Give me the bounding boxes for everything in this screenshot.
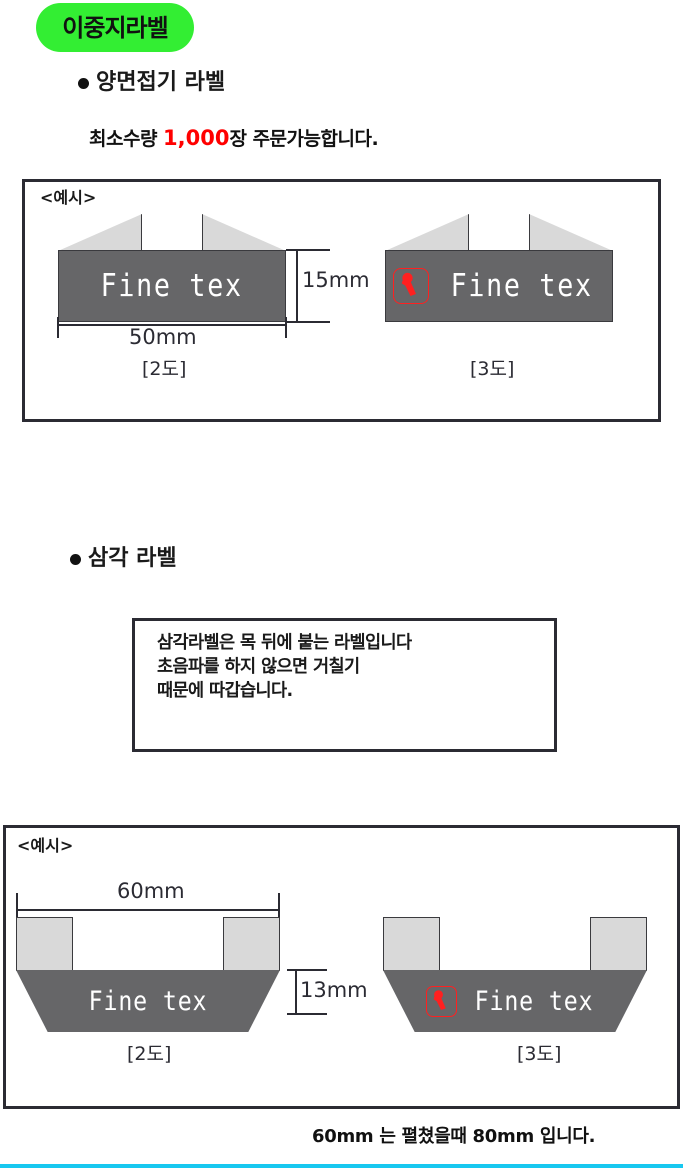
caption-double-3do: [3도] — [470, 358, 515, 380]
label-content: Fine tex — [383, 970, 647, 1032]
bullet-dot-icon — [78, 77, 89, 89]
dim-line-15mm — [296, 249, 298, 322]
dim-label-60mm: 60mm — [117, 879, 185, 903]
fold-flap-right — [202, 214, 286, 251]
dim-label-50mm: 50mm — [129, 325, 197, 349]
bottom-divider — [0, 1164, 683, 1168]
finetex-logo-icon — [426, 985, 458, 1017]
heading-triangle: 삼각 라벨 — [70, 548, 177, 570]
example-tag-triangle: <예시> — [17, 836, 74, 855]
footer-note: 60mm 는 펼쳤을때 80mm 입니다. — [312, 1126, 596, 1147]
label-sample-triangle-2do: Fine tex — [16, 917, 280, 1032]
min-quantity-number: 1,000 — [163, 126, 230, 150]
caption-triangle-3do: [3도] — [517, 1043, 562, 1065]
example-tag-double-fold: <예시> — [40, 188, 97, 207]
caption-triangle-2do: [2도] — [127, 1043, 172, 1065]
finetex-logo-icon — [393, 268, 430, 304]
brand-text: Fine tex — [88, 985, 208, 1017]
heading-double-fold: 양면접기 라벨 — [78, 72, 225, 94]
fold-flap-left — [58, 214, 142, 251]
triangle-flap-right — [223, 917, 280, 971]
heading-triangle-label: 삼각 라벨 — [88, 546, 177, 571]
note-line-3: 때문에 따갑습니다. — [157, 681, 293, 702]
min-quantity-suffix: 장 주문가능합니다. — [229, 128, 379, 150]
brand-text: Fine tex — [475, 985, 594, 1017]
label-sample-double-3do: Fine tex — [385, 214, 613, 322]
triangle-flap-right — [590, 917, 647, 971]
dim-tick-left-50mm — [57, 317, 59, 338]
dim-tick-bottom-13mm — [287, 1013, 327, 1015]
dim-line-13mm — [295, 969, 297, 1014]
caption-double-2do: [2도] — [142, 358, 187, 380]
badge-label: 이중지라벨 — [62, 13, 168, 42]
dim-tick-top-15mm — [286, 249, 330, 251]
label-sample-triangle-3do: Fine tex — [383, 917, 647, 1032]
brand-text: Fine tex — [100, 267, 244, 304]
dim-label-15mm: 15mm — [302, 268, 370, 292]
dim-label-13mm: 13mm — [300, 978, 368, 1002]
label-content: Fine tex — [385, 250, 613, 322]
dim-tick-bottom-15mm — [286, 321, 330, 323]
triangle-flap-left — [16, 917, 73, 971]
bullet-dot-icon — [70, 553, 81, 565]
brand-text: Fine tex — [450, 267, 594, 304]
triangle-flap-left — [383, 917, 440, 971]
label-content: Fine tex — [58, 250, 286, 322]
note-text-triangle: 삼각라벨은 목 뒤에 붙는 라벨입니다 초음파를 하지 않으면 거칠기 때문에 … — [157, 631, 547, 703]
min-quantity-note: 최소수량 1,000장 주문가능합니다. — [89, 126, 379, 150]
heading-double-fold-label: 양면접기 라벨 — [96, 70, 226, 95]
fold-flap-left — [385, 214, 469, 251]
dim-tick-right-50mm — [285, 317, 287, 338]
label-content: Fine tex — [16, 970, 280, 1032]
dim-line-60mm — [16, 909, 280, 911]
note-line-1: 삼각라벨은 목 뒤에 붙는 라벨입니다 — [157, 633, 412, 653]
section-title-badge: 이중지라벨 — [36, 3, 194, 52]
min-quantity-prefix: 최소수량 — [89, 128, 164, 150]
dim-tick-top-13mm — [287, 969, 327, 971]
note-line-2: 초음파를 하지 않으면 거칠기 — [157, 657, 360, 678]
fold-flap-right — [529, 214, 613, 251]
page-root: 이중지라벨 양면접기 라벨 최소수량 1,000장 주문가능합니다. <예시> … — [0, 0, 683, 1172]
label-sample-double-2do: Fine tex — [58, 214, 286, 322]
